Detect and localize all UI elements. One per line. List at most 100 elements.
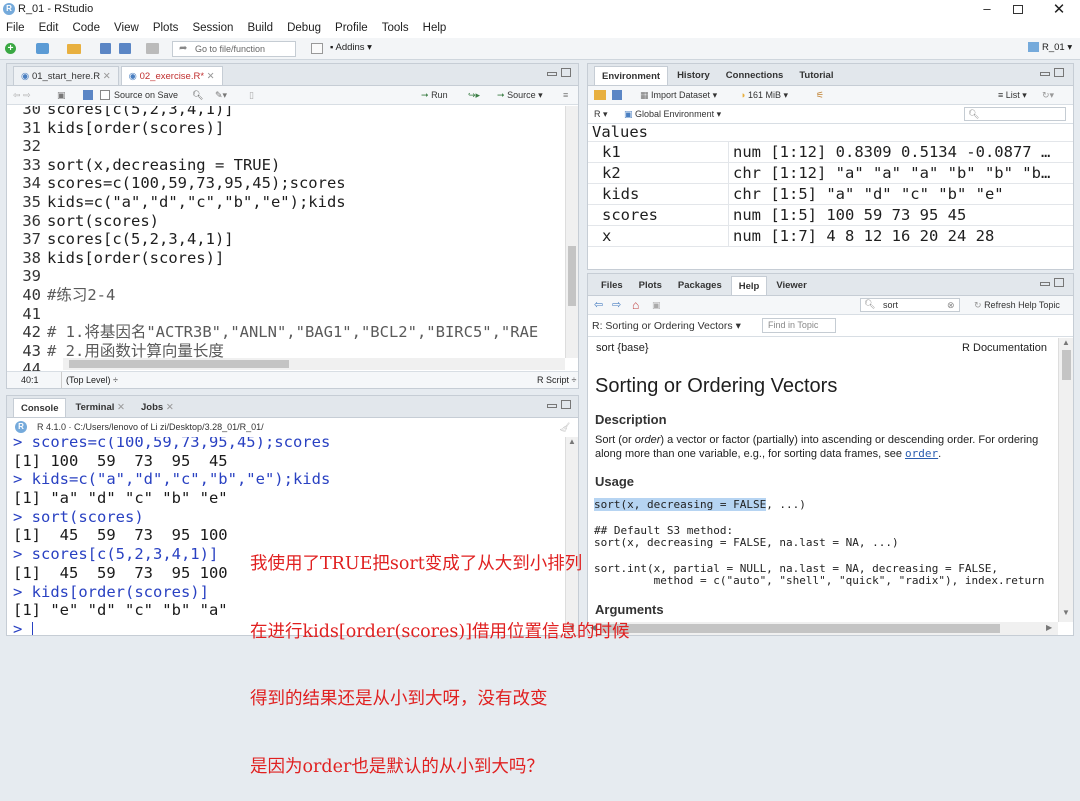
clear-console-icon[interactable]: 🧹︎ (559, 418, 570, 437)
show-in-window-icon[interactable]: ▣ (57, 86, 66, 105)
tab-02-exercise[interactable]: ◉ 02_exercise.R* ✕ (120, 66, 223, 85)
tab-jobs[interactable]: Jobs ✕ (134, 398, 181, 417)
env-row[interactable]: scores num [1:5] 100 59 73 95 45 (588, 205, 1073, 226)
tab-environment[interactable]: Environment (594, 66, 669, 85)
tab-connections[interactable]: Connections (719, 66, 791, 85)
editor-hscroll-thumb[interactable] (69, 360, 289, 368)
save-workspace-icon[interactable] (612, 90, 622, 100)
env-row[interactable]: kids chr [1:5] "a" "d" "c" "b" "e" (588, 184, 1073, 205)
refresh-env-icon[interactable]: ↻▾ (1042, 86, 1054, 105)
project-menu[interactable]: R_01 ▾ (1028, 42, 1072, 53)
maximize-icon[interactable] (1013, 5, 1023, 14)
editor-hscroll[interactable] (63, 358, 565, 370)
menu-edit[interactable]: Edit (39, 19, 59, 38)
memory-usage[interactable]: ◑ 161 MiB ▾ (740, 86, 788, 105)
tab-history[interactable]: History (670, 66, 717, 85)
env-row[interactable]: x num [1:7] 4 8 12 16 20 24 28 (588, 226, 1073, 247)
tab-files[interactable]: Files (594, 276, 630, 295)
pane-minimize-icon[interactable] (547, 404, 557, 408)
import-dataset-button[interactable]: ▦ Import Dataset ▾ (640, 86, 717, 105)
tab-viewer[interactable]: Viewer (769, 276, 813, 295)
open-file-icon[interactable] (67, 44, 81, 54)
menu-debug[interactable]: Debug (287, 19, 321, 38)
tab-close-icon[interactable]: ✕ (207, 71, 215, 82)
pane-maximize-icon[interactable] (561, 68, 571, 77)
find-in-topic-input[interactable]: Find in Topic (762, 318, 836, 333)
clear-search-icon[interactable]: ⊗ (947, 299, 955, 311)
pane-minimize-icon[interactable] (1040, 282, 1050, 286)
save-all-icon[interactable] (119, 43, 131, 54)
new-file-icon[interactable]: + (5, 43, 16, 54)
editor-vscroll[interactable] (565, 106, 578, 358)
environment-search-input[interactable]: 🔍︎ (964, 107, 1066, 121)
env-row[interactable]: k1 num [1:12] 0.8309 0.5134 -0.0877 … (588, 142, 1073, 163)
load-workspace-icon[interactable] (594, 90, 606, 100)
source-on-save-checkbox[interactable] (100, 90, 110, 100)
topic-dropdown[interactable]: R: Sorting or Ordering Vectors ▾ (592, 315, 741, 337)
refresh-help-button[interactable]: ↻ Refresh Help Topic (974, 296, 1060, 315)
goto-file-input[interactable]: ➦ Go to file/function (172, 41, 296, 57)
outline-icon[interactable]: ≡ (563, 86, 568, 105)
tab-tutorial[interactable]: Tutorial (792, 66, 840, 85)
menu-profile[interactable]: Profile (335, 19, 368, 38)
env-row[interactable]: k2 chr [1:12] "a" "a" "a" "b" "b" "b… (588, 163, 1073, 184)
compile-report-icon[interactable]: ▯ (249, 86, 254, 105)
minimize-icon[interactable]: – (980, 0, 994, 19)
addins-button[interactable]: ▪ Addins ▾ (330, 42, 372, 53)
back-icon[interactable]: ⇦ ⇨ (13, 86, 31, 105)
order-link[interactable]: order (905, 447, 938, 460)
menu-build[interactable]: Build (247, 19, 273, 38)
tab-terminal[interactable]: Terminal ✕ (68, 398, 132, 417)
tab-console[interactable]: Console (13, 398, 67, 417)
list-view-dropdown[interactable]: ≡ List ▾ (998, 86, 1027, 105)
file-type-selector[interactable]: R Script ÷ (537, 372, 576, 388)
new-project-icon[interactable] (36, 43, 49, 54)
tab-help[interactable]: Help (730, 276, 768, 295)
menu-session[interactable]: Session (192, 19, 233, 38)
grid-layout-icon[interactable] (311, 43, 323, 54)
menu-view[interactable]: View (114, 19, 139, 38)
broom-icon[interactable]: ⚟ (816, 86, 824, 105)
print-icon[interactable] (146, 43, 159, 54)
scroll-down-icon[interactable]: ▼ (1062, 608, 1070, 617)
help-vscroll[interactable]: ▲ ▼ (1058, 338, 1073, 622)
magic-wand-icon[interactable]: ✎▾ (215, 86, 227, 105)
help-hscroll-thumb[interactable] (600, 624, 1000, 633)
pane-maximize-icon[interactable] (1054, 68, 1064, 77)
tab-packages[interactable]: Packages (671, 276, 729, 295)
search-icon[interactable]: 🔍︎ (192, 86, 203, 105)
source-button[interactable]: ➞ Source ▾ (497, 86, 543, 105)
help-forward-icon[interactable]: ⇨ (612, 296, 621, 315)
pane-maximize-icon[interactable] (1054, 278, 1064, 287)
tab-01-start-here[interactable]: ◉ 01_start_here.R ✕ (13, 66, 119, 85)
pane-minimize-icon[interactable] (1040, 72, 1050, 76)
help-hscroll[interactable]: ◀ ▶ (588, 622, 1058, 635)
save-file-icon[interactable] (83, 90, 93, 100)
help-search-input[interactable]: 🔍︎ sort ⊗ (860, 298, 960, 312)
editor-vscroll-thumb[interactable] (568, 246, 576, 306)
tab-close-icon[interactable]: ✕ (103, 71, 111, 82)
save-icon[interactable] (100, 43, 111, 54)
menu-tools[interactable]: Tools (382, 19, 409, 38)
help-back-icon[interactable]: ⇦ (594, 296, 603, 315)
rerun-icon[interactable]: ↪▸ (468, 86, 480, 105)
menu-file[interactable]: File (6, 19, 25, 38)
tab-plots[interactable]: Plots (632, 276, 669, 295)
help-vscroll-thumb[interactable] (1062, 350, 1071, 380)
tab-close-icon[interactable]: ✕ (117, 402, 125, 413)
pane-minimize-icon[interactable] (547, 72, 557, 76)
show-in-window-icon[interactable]: ▣ (652, 296, 661, 315)
menu-code[interactable]: Code (72, 19, 100, 38)
close-icon[interactable]: ✕ (1052, 0, 1066, 19)
menu-help[interactable]: Help (423, 19, 447, 38)
scope-selector[interactable]: (Top Level) ÷ (61, 372, 118, 388)
pane-maximize-icon[interactable] (561, 400, 571, 409)
code-area[interactable]: 30 scores[c(5,2,3,4,1)] 31 kids[order(scor… (7, 106, 565, 371)
scroll-right-icon[interactable]: ▶ (1046, 623, 1052, 632)
run-button[interactable]: ➞ Run (421, 86, 448, 105)
menu-plots[interactable]: Plots (153, 19, 179, 38)
tab-close-icon[interactable]: ✕ (166, 402, 174, 413)
scroll-up-icon[interactable]: ▲ (1062, 338, 1070, 347)
scroll-up-icon[interactable]: ▲ (568, 437, 576, 446)
home-icon[interactable]: ⌂ (632, 296, 639, 315)
